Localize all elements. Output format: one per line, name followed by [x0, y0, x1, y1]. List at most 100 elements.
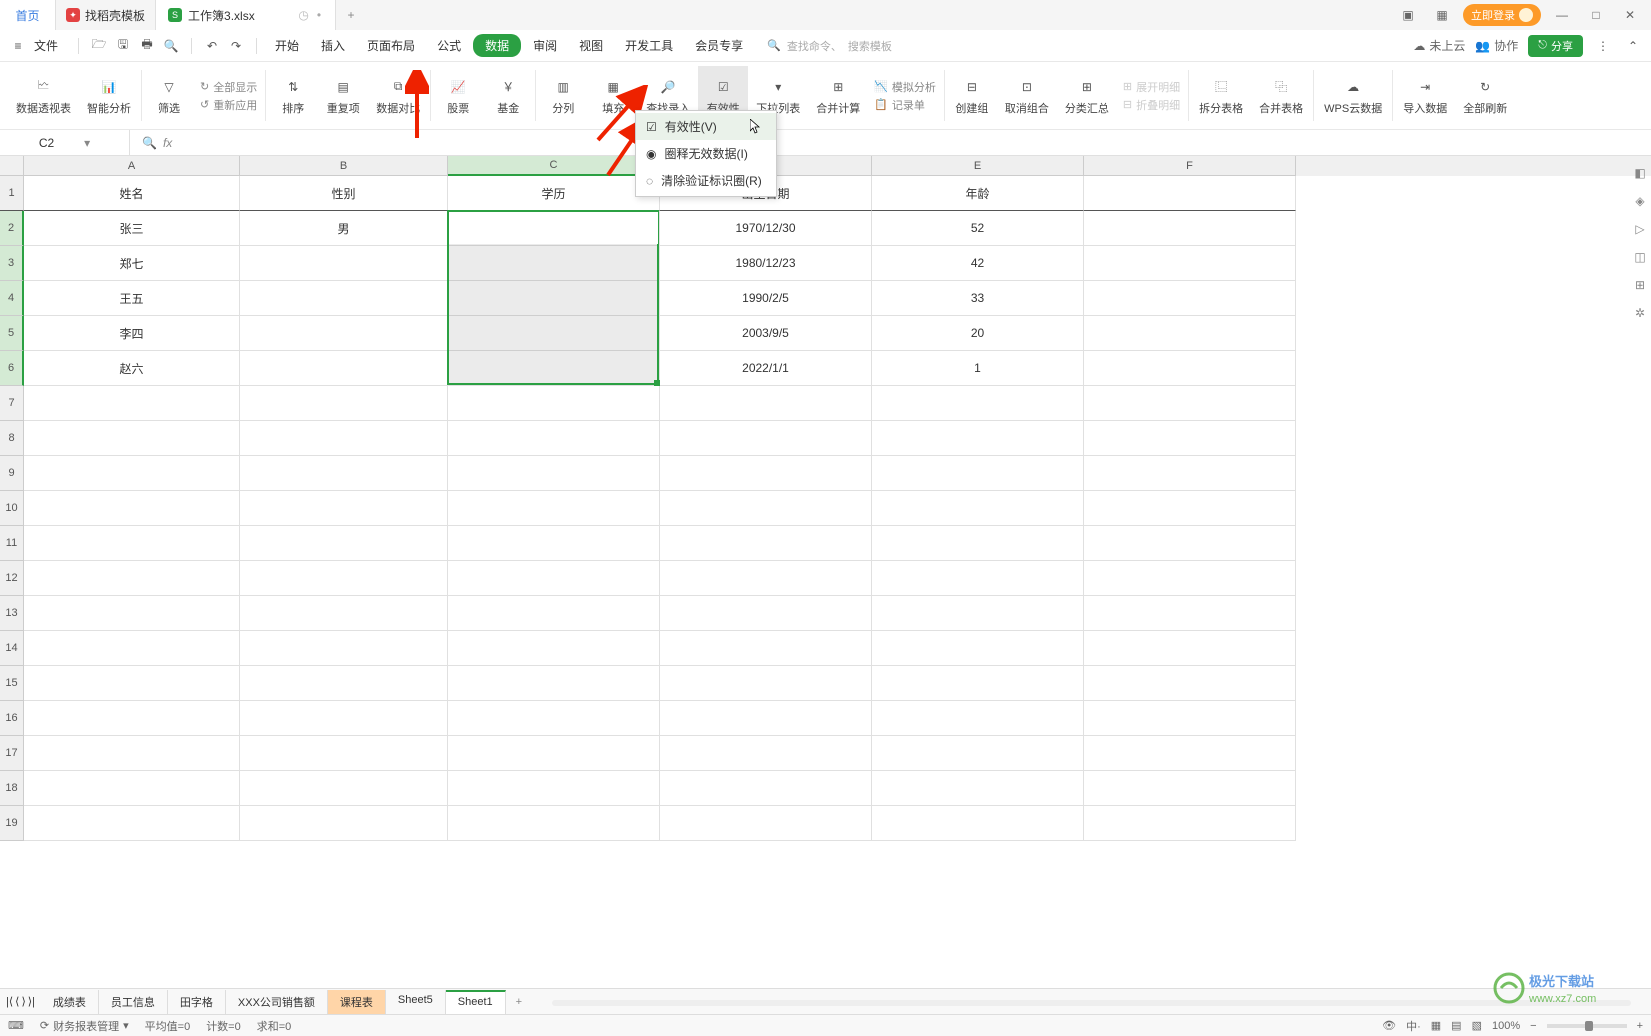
cell[interactable] — [24, 596, 240, 631]
cell[interactable] — [872, 421, 1084, 456]
cell[interactable] — [660, 631, 872, 666]
side-icon-4[interactable]: ◫ — [1634, 250, 1645, 264]
cell[interactable] — [872, 526, 1084, 561]
cell[interactable] — [24, 771, 240, 806]
cell[interactable] — [240, 526, 448, 561]
row-header[interactable]: 7 — [0, 386, 24, 421]
print-icon[interactable]: 🖶 — [137, 36, 157, 56]
menu-toggle-icon[interactable]: ≡ — [8, 36, 28, 56]
cell[interactable]: 1 — [872, 351, 1084, 386]
cell[interactable] — [448, 281, 660, 316]
row-header[interactable]: 13 — [0, 596, 24, 631]
cell[interactable] — [448, 421, 660, 456]
cell[interactable] — [448, 211, 660, 246]
ribbon-sim[interactable]: 📉模拟分析 — [874, 79, 936, 95]
row-header[interactable]: 9 — [0, 456, 24, 491]
cell[interactable]: 52 — [872, 211, 1084, 246]
side-icon-3[interactable]: ▷ — [1635, 222, 1644, 236]
sheet-last-icon[interactable]: ⟩| — [28, 995, 35, 1008]
cell[interactable] — [448, 351, 660, 386]
cell[interactable] — [240, 806, 448, 841]
zoom-in-icon[interactable]: + — [1637, 1020, 1643, 1032]
ribbon-import[interactable]: ⇥导入数据 — [1395, 66, 1455, 125]
ribbon-ungroup[interactable]: ⊡取消组合 — [997, 66, 1057, 125]
row-header[interactable]: 8 — [0, 421, 24, 456]
menu-insert[interactable]: 插入 — [311, 33, 355, 58]
cell[interactable]: 郑七 — [24, 246, 240, 281]
cell[interactable] — [1084, 771, 1296, 806]
cell[interactable] — [1084, 386, 1296, 421]
cell[interactable]: 学历 — [448, 176, 660, 211]
ribbon-wpscloud[interactable]: ☁WPS云数据 — [1316, 66, 1390, 125]
fx-search-icon[interactable]: 🔍 — [142, 136, 157, 150]
cell[interactable] — [872, 701, 1084, 736]
cell[interactable] — [660, 456, 872, 491]
cell[interactable]: 王五 — [24, 281, 240, 316]
row-header[interactable]: 4 — [0, 281, 24, 316]
cell[interactable] — [872, 491, 1084, 526]
view-normal-icon[interactable]: ▦ — [1431, 1019, 1441, 1032]
cell[interactable]: 20 — [872, 316, 1084, 351]
menu-vip[interactable]: 会员专享 — [685, 33, 753, 58]
name-box[interactable]: C2 ▾ — [0, 130, 130, 155]
cell[interactable] — [872, 456, 1084, 491]
cell[interactable] — [448, 806, 660, 841]
cell[interactable] — [448, 491, 660, 526]
cell[interactable] — [448, 771, 660, 806]
row-header[interactable]: 2 — [0, 211, 24, 246]
col-header-a[interactable]: A — [24, 156, 240, 176]
ribbon-merge[interactable]: ⊞合并计算 — [808, 66, 868, 125]
cell[interactable] — [240, 316, 448, 351]
menu-view[interactable]: 视图 — [569, 33, 613, 58]
cell[interactable]: 2003/9/5 — [660, 316, 872, 351]
cell[interactable]: 42 — [872, 246, 1084, 281]
row-header[interactable]: 10 — [0, 491, 24, 526]
sheet-tab[interactable]: Sheet1 — [446, 990, 506, 1014]
cell[interactable]: 年龄 — [872, 176, 1084, 211]
cell[interactable] — [240, 386, 448, 421]
ribbon-group-btn[interactable]: ⊟创建组 — [947, 66, 997, 125]
save-icon[interactable]: 🖫 — [113, 36, 133, 56]
cell[interactable] — [448, 386, 660, 421]
ribbon-fund[interactable]: ￥基金 — [483, 66, 533, 125]
menu-layout[interactable]: 页面布局 — [357, 33, 425, 58]
cell[interactable] — [240, 596, 448, 631]
zoom-slider[interactable] — [1547, 1024, 1627, 1028]
ribbon-compare[interactable]: ⧉数据对比 — [368, 66, 428, 125]
menu-start[interactable]: 开始 — [265, 33, 309, 58]
cell[interactable] — [24, 421, 240, 456]
cell[interactable] — [1084, 596, 1296, 631]
cell[interactable]: 2022/1/1 — [660, 351, 872, 386]
cell[interactable]: 男 — [240, 211, 448, 246]
cell[interactable] — [1084, 316, 1296, 351]
cell[interactable] — [240, 421, 448, 456]
cell[interactable] — [872, 736, 1084, 771]
cell[interactable] — [872, 561, 1084, 596]
command-search[interactable]: 🔍 查找命令、 搜索模板 — [767, 38, 892, 54]
cell[interactable] — [24, 666, 240, 701]
menu-data[interactable]: 数据 — [473, 34, 521, 57]
cell[interactable] — [448, 701, 660, 736]
row-header[interactable]: 17 — [0, 736, 24, 771]
cell[interactable] — [660, 421, 872, 456]
row-header[interactable]: 1 — [0, 176, 24, 211]
cell[interactable]: 1990/2/5 — [660, 281, 872, 316]
cell[interactable] — [1084, 631, 1296, 666]
grid-body[interactable]: 1姓名性别学历出生日期年龄2张三男1970/12/30523郑七1980/12/… — [0, 176, 1651, 1010]
ribbon-showall[interactable]: ↻全部显示 — [200, 79, 257, 95]
cell[interactable] — [1084, 806, 1296, 841]
tab-dropdown-icon[interactable]: • — [315, 8, 323, 22]
cell[interactable] — [660, 736, 872, 771]
view-break-icon[interactable]: ▧ — [1472, 1019, 1482, 1032]
cell[interactable] — [240, 246, 448, 281]
cell[interactable]: 33 — [872, 281, 1084, 316]
sheet-tab[interactable]: 课程表 — [328, 990, 386, 1014]
row-header[interactable]: 6 — [0, 351, 24, 386]
cell[interactable] — [240, 771, 448, 806]
cell[interactable] — [872, 386, 1084, 421]
file-menu[interactable]: 文件 — [32, 33, 68, 58]
cell[interactable]: 李四 — [24, 316, 240, 351]
cell[interactable] — [24, 386, 240, 421]
layout-icon[interactable]: ▣ — [1395, 3, 1421, 27]
sheet-first-icon[interactable]: |⟨ — [6, 995, 13, 1008]
